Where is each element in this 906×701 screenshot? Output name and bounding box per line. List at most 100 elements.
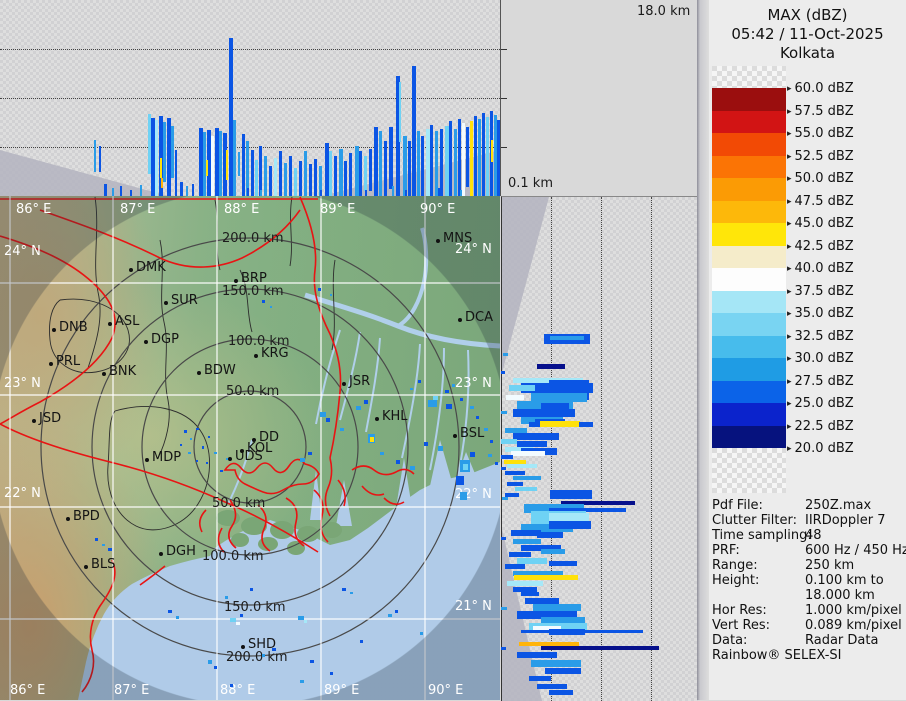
echo-bar: [507, 464, 537, 468]
echo-pixel: [410, 388, 413, 390]
echo-pixel: [196, 428, 199, 430]
echo-bar: [474, 116, 477, 196]
ns-height-profile-panel: [501, 196, 698, 701]
echo-pixel: [300, 680, 304, 683]
echo-pixel: [488, 454, 492, 457]
echo-bar: [284, 163, 287, 196]
echo-bar: [482, 113, 485, 196]
echo-bar: [507, 482, 523, 486]
echo-bar: [421, 136, 424, 196]
info-value: 0.100 km to: [805, 573, 884, 588]
product-info-block: Pdf File: 250Z.max Clutter Filter: IIRDoppl…: [709, 0, 906, 700]
echo-bar: [186, 186, 188, 196]
echo-bar: [175, 150, 177, 196]
echo-bar: [505, 471, 525, 475]
echo-pixel: [470, 406, 474, 409]
height-axis-area: 18.0 km 0.1 km: [501, 0, 697, 196]
echo-bar: [294, 168, 297, 196]
echo-bar: [140, 185, 142, 196]
echo-bar: [180, 182, 183, 196]
echo-pixel: [225, 596, 228, 599]
echo-bar: [379, 131, 382, 196]
echo-bar: [435, 131, 438, 196]
echo-bar: [537, 532, 563, 538]
ns-profile-echoes: [501, 197, 698, 701]
echo-pixel: [214, 452, 217, 454]
info-label: Vert Res:: [712, 618, 771, 633]
echo-bar: [104, 184, 107, 196]
legend-panel: MAX (dBZ) 05:42 / 11-Oct-2025 Kolkata ▸ 6…: [709, 0, 906, 700]
echo-pixel: [236, 622, 240, 625]
echo-pixel: [446, 404, 452, 409]
echo-bar: [458, 119, 461, 196]
echo-bar: [329, 151, 332, 196]
echo-pixel: [395, 610, 398, 613]
echo-pixel: [370, 437, 374, 442]
echo-bar: [251, 150, 254, 196]
echo-bar: [449, 121, 452, 196]
echo-bar: [501, 455, 513, 459]
axis-tick: [501, 98, 507, 99]
echo-pixel: [433, 396, 438, 400]
echo-bar: [521, 630, 643, 633]
echo-bar: [359, 151, 362, 196]
echo-bar: [171, 126, 174, 178]
info-label: Range:: [712, 558, 758, 573]
echo-bar: [399, 82, 401, 142]
echo-pixel: [220, 470, 223, 472]
echo-bar: [513, 476, 541, 480]
echo-pixel: [176, 616, 179, 619]
echo-bar: [501, 647, 506, 650]
echo-pixel: [380, 452, 384, 455]
echo-pixel: [226, 458, 228, 460]
echo-bar: [389, 127, 393, 189]
echo-pixel: [318, 288, 321, 291]
echo-bar: [112, 188, 114, 196]
echo-pixel: [330, 672, 333, 675]
echo-bar: [340, 188, 342, 196]
info-value: 0.089 km/pixel: [805, 618, 902, 633]
info-value: Radar Data: [805, 633, 879, 648]
echo-bar: [514, 575, 578, 580]
info-value: 18.000 km: [805, 588, 875, 603]
info-label: Pdf File:: [712, 498, 763, 513]
echo-pixel: [202, 446, 204, 449]
echo-pixel: [418, 380, 421, 383]
echo-bar: [264, 156, 267, 196]
echo-pixel: [308, 452, 312, 455]
info-value: IIRDoppler 7: [805, 513, 886, 528]
echo-bar: [255, 160, 258, 196]
echo-pixel: [360, 640, 363, 643]
echo-bar: [161, 178, 163, 188]
echo-pixel: [262, 300, 265, 303]
echo-bar: [515, 487, 537, 491]
echo-bar: [430, 125, 433, 196]
echo-pixel: [208, 660, 212, 664]
echo-bar: [549, 561, 577, 566]
ew-height-profile-panel: [0, 0, 501, 196]
echo-bar: [155, 120, 158, 196]
echo-bar: [507, 581, 543, 586]
echo-bar: [506, 395, 524, 400]
echo-bar: [344, 161, 347, 196]
echo-bar: [502, 497, 508, 500]
echo-pixel: [190, 438, 192, 440]
echo-pixel: [188, 452, 191, 454]
echo-bar: [517, 652, 557, 658]
echo-bar: [300, 188, 302, 196]
echo-bar: [497, 120, 500, 196]
echo-bar: [440, 129, 443, 196]
echo-bar: [274, 158, 277, 196]
echo-bar: [513, 433, 559, 440]
echo-bar: [438, 188, 440, 196]
echo-bar: [94, 140, 96, 172]
echo-bar: [279, 151, 282, 196]
echo-pixel: [262, 654, 265, 657]
echo-pixel: [310, 660, 314, 663]
echo-bar: [120, 186, 122, 196]
echo-pixel: [196, 460, 198, 462]
echo-bar: [513, 409, 575, 417]
echo-pixel: [168, 610, 172, 613]
echo-bar: [233, 120, 236, 196]
echo-bar: [541, 646, 659, 650]
